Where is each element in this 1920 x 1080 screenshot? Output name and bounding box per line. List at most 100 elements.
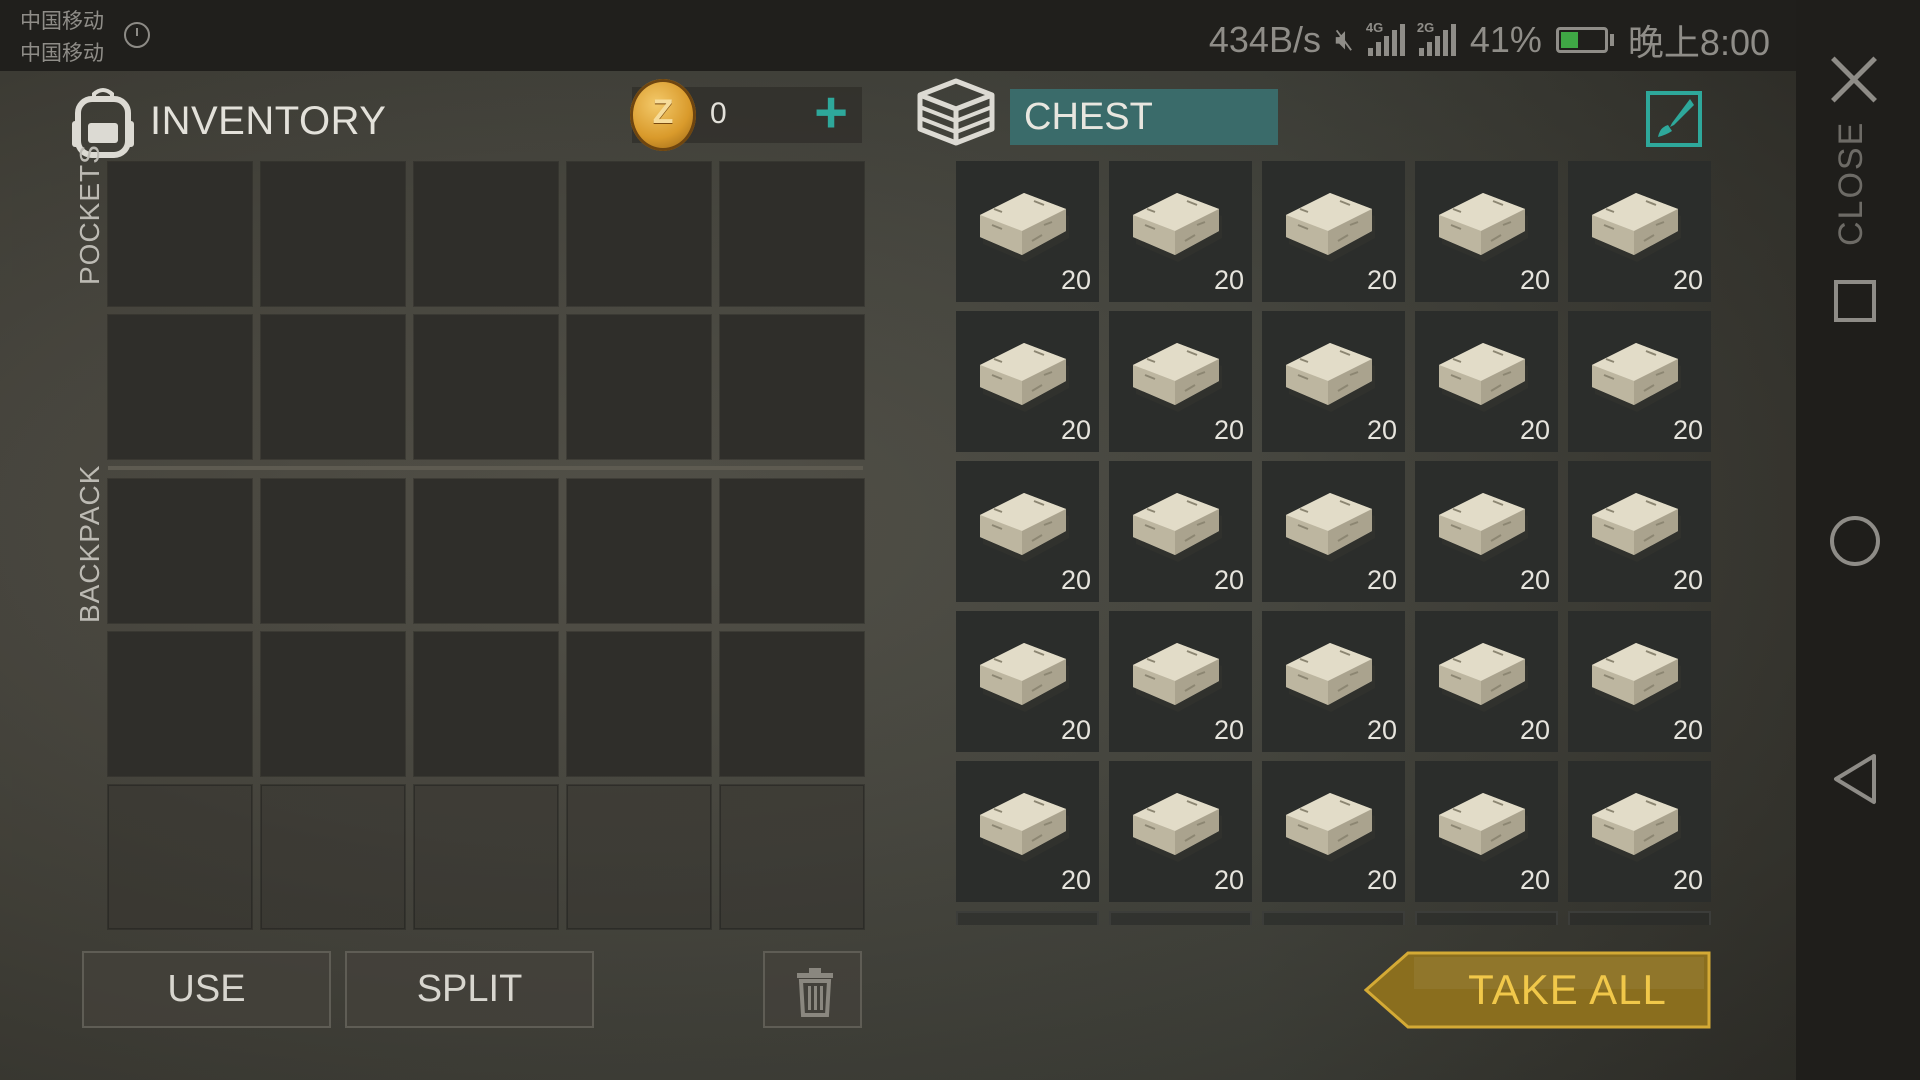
item-quantity: 20 (1366, 865, 1397, 895)
backpack-slot[interactable] (720, 632, 864, 776)
item-quantity: 20 (1366, 265, 1397, 295)
backpack-slot-locked (567, 785, 711, 929)
chest-slot[interactable]: 20 (1568, 611, 1711, 752)
coin-balance: Z 0 + (630, 79, 862, 151)
backpack-slot[interactable] (414, 632, 558, 776)
item-quantity: 20 (1672, 715, 1703, 745)
stone-block-icon (980, 793, 1069, 862)
backpack-slot-locked (720, 785, 864, 929)
backpack-slot[interactable] (108, 632, 252, 776)
chest-next-row (956, 911, 1711, 925)
chest-slot[interactable]: 20 (956, 461, 1099, 602)
chest-slot[interactable]: 20 (1568, 311, 1711, 452)
pocket-slot[interactable] (108, 162, 252, 306)
item-quantity: 20 (1213, 265, 1244, 295)
pocket-slot[interactable] (261, 162, 405, 306)
chest-slot[interactable]: 20 (1109, 461, 1252, 602)
chest-slot[interactable]: 20 (1415, 161, 1558, 302)
chest-slot[interactable]: 20 (1415, 311, 1558, 452)
item-quantity: 20 (1213, 865, 1244, 895)
backpack-slot[interactable] (261, 632, 405, 776)
take-all-button[interactable]: TAKE ALL (1364, 951, 1711, 1029)
navigation-bar: CLOSE (1796, 0, 1920, 1080)
pocket-slot[interactable] (414, 315, 558, 459)
item-quantity: 20 (1213, 415, 1244, 445)
chest-slot[interactable]: 20 (1109, 311, 1252, 452)
home-button[interactable] (1830, 516, 1880, 566)
pocket-slot[interactable] (261, 315, 405, 459)
close-label: CLOSE (1832, 120, 1870, 246)
backpack-slot[interactable] (720, 479, 864, 623)
pocket-slot[interactable] (414, 162, 558, 306)
backpack-slot[interactable] (108, 479, 252, 623)
pockets-grid (108, 162, 864, 459)
chest-title: CHEST (1010, 89, 1278, 145)
use-button[interactable]: USE (82, 951, 331, 1028)
item-quantity: 20 (1672, 415, 1703, 445)
item-quantity: 20 (1672, 865, 1703, 895)
stone-block-icon (1592, 493, 1681, 562)
chest-slot[interactable]: 20 (956, 311, 1099, 452)
chest-slot[interactable]: 20 (1262, 461, 1405, 602)
chest-slot[interactable]: 20 (1262, 311, 1405, 452)
chest-slot[interactable]: 20 (1262, 761, 1405, 902)
chest-slot[interactable]: 20 (956, 611, 1099, 752)
pocket-slot[interactable] (108, 315, 252, 459)
chest-slot[interactable]: 20 (1109, 161, 1252, 302)
stone-block-icon (1592, 193, 1681, 262)
pocket-slot[interactable] (567, 315, 711, 459)
chest-slot[interactable]: 20 (1262, 161, 1405, 302)
pocket-slot[interactable] (720, 315, 864, 459)
stone-block-icon (1439, 793, 1528, 862)
stone-block-icon (1286, 493, 1375, 562)
stone-block-icon (1439, 493, 1528, 562)
stone-block-icon (1439, 193, 1528, 262)
backpack-slot[interactable] (261, 479, 405, 623)
item-quantity: 20 (1366, 565, 1397, 595)
battery-percent: 41% (1469, 19, 1542, 60)
item-quantity: 20 (1060, 565, 1091, 595)
chest-slot[interactable]: 20 (1568, 761, 1711, 902)
coin-count: 0 (710, 97, 727, 130)
item-quantity: 20 (1519, 715, 1550, 745)
split-button[interactable]: SPLIT (345, 951, 594, 1028)
pocket-slot[interactable] (720, 162, 864, 306)
chest-slot[interactable]: 20 (1568, 461, 1711, 602)
take-all-label: TAKE ALL (1468, 966, 1667, 1013)
backpack-slot[interactable] (414, 479, 558, 623)
chest-slot[interactable]: 20 (1109, 611, 1252, 752)
chest-slot[interactable]: 20 (1415, 461, 1558, 602)
inventory-header: INVENTORY (68, 71, 386, 171)
close-icon[interactable] (1830, 56, 1878, 104)
item-quantity: 20 (1672, 265, 1703, 295)
chest-slot[interactable]: 20 (1415, 761, 1558, 902)
trash-button[interactable] (763, 951, 862, 1028)
chest-grid: 20 20 20 20 20 20 20 20 20 20 20 20 20 20 20 20 20 20 20 20… (956, 161, 1711, 902)
inventory-title: INVENTORY (150, 98, 387, 143)
stone-block-icon (1133, 793, 1222, 862)
item-quantity: 20 (1213, 565, 1244, 595)
paint-brush-icon (1658, 99, 1694, 137)
rename-button[interactable] (1646, 91, 1702, 147)
pocket-slot[interactable] (567, 162, 711, 306)
stone-block-icon (1133, 343, 1222, 412)
recent-apps-button[interactable] (1834, 280, 1876, 322)
chest-slot[interactable]: 20 (1262, 611, 1405, 752)
carrier-1: 中国移动 (20, 10, 104, 33)
chest-slot[interactable]: 20 (1568, 161, 1711, 302)
add-coins-button[interactable]: + (814, 84, 848, 142)
item-quantity: 20 (1519, 565, 1550, 595)
stone-block-icon (1133, 493, 1222, 562)
coin-icon: Z (630, 79, 696, 151)
chest-slot[interactable]: 20 (956, 761, 1099, 902)
chest-slot[interactable]: 20 (1109, 761, 1252, 902)
net-speed: 434B/s (1208, 19, 1321, 60)
backpack-slot[interactable] (567, 632, 711, 776)
item-quantity: 20 (1519, 265, 1550, 295)
back-button[interactable] (1830, 752, 1880, 806)
chest-slot[interactable]: 20 (1415, 611, 1558, 752)
backpack-slot[interactable] (567, 479, 711, 623)
backpack-label: BACKPACK (74, 464, 105, 623)
chest-slot[interactable]: 20 (956, 161, 1099, 302)
stone-block-icon (1286, 193, 1375, 262)
